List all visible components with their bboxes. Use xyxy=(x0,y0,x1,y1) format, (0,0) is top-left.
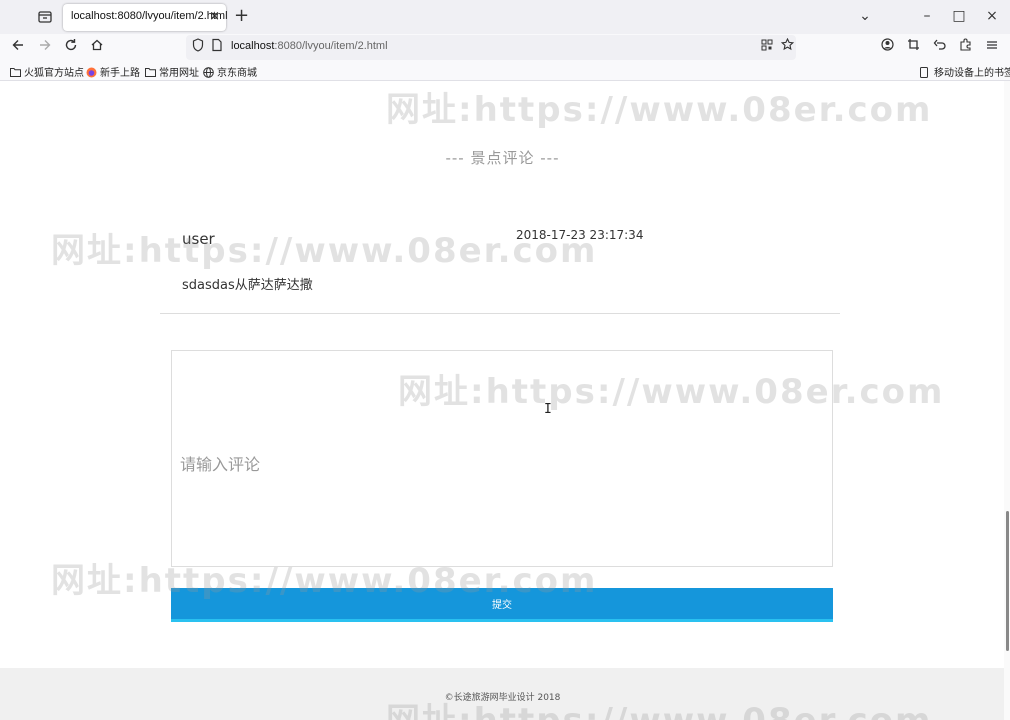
mobile-bookmarks[interactable]: 移动设备上的书签 xyxy=(920,64,1010,79)
text-cursor-icon: I xyxy=(544,402,552,417)
folder-icon xyxy=(10,67,21,77)
globe-icon xyxy=(203,66,214,78)
url-host: localhost xyxy=(231,40,275,52)
bookmark-common-sites[interactable]: 常用网址 xyxy=(145,64,199,79)
bookmark-firefox-site[interactable]: 火狐官方站点 xyxy=(10,64,84,79)
list-all-tabs-icon[interactable]: ⌄ xyxy=(855,6,875,26)
bookmark-star-icon[interactable] xyxy=(778,37,796,56)
menu-icon[interactable] xyxy=(983,38,1001,56)
footer-text: ©长途旅游网毕业设计 2018 xyxy=(444,693,561,703)
maximize-button[interactable]: □ xyxy=(949,6,969,26)
new-tab-button[interactable]: + xyxy=(234,6,249,26)
page-info-icon[interactable] xyxy=(208,38,226,56)
navigation-toolbar: localhost:8080/lvyou/item/2.html xyxy=(0,34,1010,61)
home-icon[interactable] xyxy=(88,38,106,56)
submit-button[interactable]: 提交 xyxy=(171,588,833,622)
minimize-button[interactable]: – xyxy=(917,6,937,26)
mobile-device-icon xyxy=(920,66,931,78)
page-scrollbar[interactable] xyxy=(1004,81,1010,720)
comment-user: user xyxy=(182,230,215,248)
back-icon[interactable] xyxy=(9,38,27,56)
forward-icon[interactable] xyxy=(36,38,54,56)
reload-icon[interactable] xyxy=(62,38,80,56)
tab-bar: localhost:8080/lvyou/item/2.html × + ⌄ –… xyxy=(0,0,1010,34)
tab-close-icon[interactable]: × xyxy=(209,8,220,26)
bookmark-label: 京东商城 xyxy=(217,68,257,79)
url-path: :8080/lvyou/item/2.html xyxy=(274,40,388,52)
account-icon[interactable] xyxy=(878,38,896,56)
bookmarks-toolbar: 火狐官方站点 新手上路 常用网址 京东商城 移动设备上的书签 xyxy=(0,61,1010,81)
url-text[interactable]: localhost:8080/lvyou/item/2.html xyxy=(231,40,388,52)
active-tab[interactable]: localhost:8080/lvyou/item/2.html × xyxy=(63,4,228,31)
comment-divider xyxy=(160,313,840,314)
undo-icon[interactable] xyxy=(930,38,948,56)
footer: ©长途旅游网毕业设计 2018 xyxy=(0,668,1005,720)
bookmark-getting-started[interactable]: 新手上路 xyxy=(86,64,140,79)
qr-code-icon[interactable] xyxy=(758,38,776,56)
tab-list-icon[interactable] xyxy=(36,8,54,26)
bookmark-jd-mall[interactable]: 京东商城 xyxy=(203,64,257,79)
bookmark-label: 新手上路 xyxy=(100,68,140,79)
scrollbar-thumb[interactable] xyxy=(1006,511,1009,651)
screenshot-icon[interactable] xyxy=(904,38,922,56)
comment-input[interactable] xyxy=(171,350,833,567)
bookmark-label: 火狐官方站点 xyxy=(24,68,84,79)
page-content: --- 景点评论 --- user 2018-17-23 23:17:34 sd… xyxy=(0,81,1005,720)
firefox-icon xyxy=(86,67,97,77)
url-bar[interactable]: localhost:8080/lvyou/item/2.html xyxy=(186,35,796,60)
comment-text: sdasdas从萨达萨达撒 xyxy=(182,278,313,293)
section-title: --- 景点评论 --- xyxy=(445,149,560,167)
mobile-bookmarks-label: 移动设备上的书签 xyxy=(934,68,1010,79)
watermark: 网址:https://www.08er.com xyxy=(386,90,933,130)
close-window-button[interactable]: × xyxy=(982,6,1002,26)
tracking-protection-icon[interactable] xyxy=(189,38,207,56)
bookmark-label: 常用网址 xyxy=(159,68,199,79)
tab-title: localhost:8080/lvyou/item/2.html xyxy=(71,10,228,22)
comment-time: 2018-17-23 23:17:34 xyxy=(516,228,644,242)
folder-icon xyxy=(145,67,156,77)
extensions-icon[interactable] xyxy=(956,38,974,56)
